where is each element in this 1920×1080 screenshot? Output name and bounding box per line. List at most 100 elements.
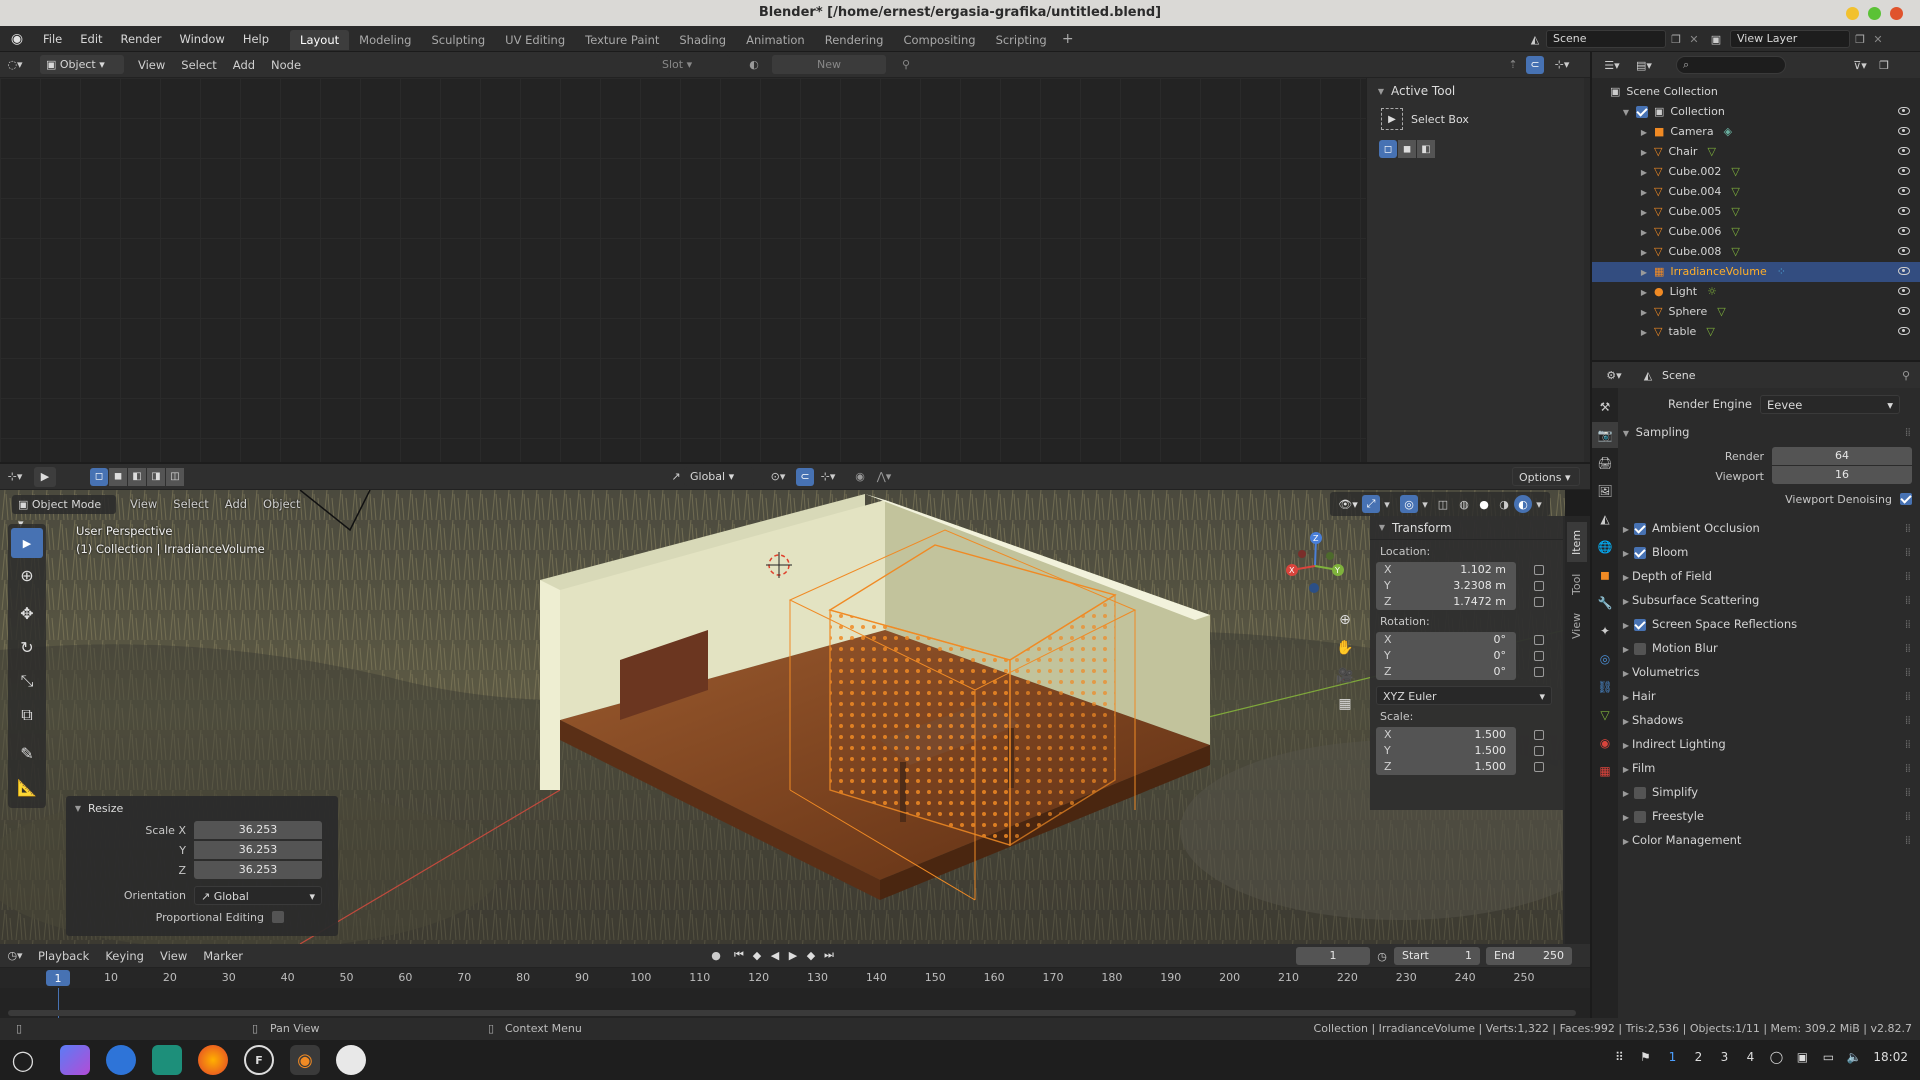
camera-data-icon[interactable]: ◈ [1724,125,1732,138]
timeline-menu-marker[interactable]: Marker [195,944,251,968]
resize-y-field[interactable]: 36.253 [194,841,322,859]
proportional-editing-checkbox[interactable] [272,911,284,923]
world-tab-icon[interactable]: 🌐 [1592,534,1618,560]
physics-tab-icon[interactable]: ◎ [1592,646,1618,672]
eye-icon[interactable] [1898,167,1910,175]
rotate-tool-icon[interactable]: ↻ [11,630,43,664]
section-simplify[interactable]: ▶ Simplify ⁞⁞ [1620,780,1916,804]
drag-handle-icon[interactable]: ⁞⁞ [1905,708,1911,732]
pivot-icon[interactable]: ⊙▾ [764,470,792,483]
node-menu-select[interactable]: Select [173,52,224,78]
scene-selector[interactable]: Scene [1546,30,1666,48]
lock-icon[interactable] [1534,581,1544,591]
lock-icon[interactable] [1534,597,1544,607]
material-sphere-icon[interactable]: ◐ [744,58,764,71]
scale-z-field[interactable]: Z 1.500 [1376,759,1516,775]
resize-scale-x-field[interactable]: 36.253 [194,821,322,839]
eye-icon[interactable] [1898,127,1910,135]
mesh-data-icon[interactable]: ▽ [1706,325,1714,338]
volume-icon[interactable]: 🔈 [1841,1050,1867,1064]
minimize-icon[interactable] [1846,7,1859,20]
overlays-dropdown-icon[interactable]: ▾ [1418,498,1432,511]
select-subtract-icon[interactable]: ◧ [1417,140,1435,158]
lock-icon[interactable] [1534,762,1544,772]
orientation-dropdown[interactable]: Global ▾ [684,467,754,486]
light-data-icon[interactable]: ☼ [1707,285,1717,298]
menu-render[interactable]: Render [112,26,171,52]
app-launcher-icon[interactable] [60,1045,90,1075]
eye-icon[interactable] [1898,247,1910,255]
node-menu-view[interactable]: View [130,52,173,78]
playhead[interactable]: 1 [46,970,70,986]
tab-texture-paint[interactable]: Texture Paint [575,30,669,50]
expand-icon[interactable]: ▶ [1620,734,1632,758]
outliner-scene-collection[interactable]: ▣ Scene Collection [1592,82,1920,102]
select-new-icon[interactable]: ◻ [1379,140,1397,158]
add-workspace-icon[interactable]: + [1057,31,1079,47]
drag-handle-icon[interactable]: ⁞⁞ [1905,756,1911,780]
outliner-item-cube-006[interactable]: ▶ ▽ Cube.006 ▽ [1592,222,1920,242]
ambient-occlusion-checkbox[interactable] [1634,522,1646,535]
select-tool-icon[interactable]: ▶ [34,466,56,487]
mesh-data-icon[interactable]: ▽ [1731,165,1739,178]
pin-icon[interactable]: ⚲ [896,58,916,71]
outliner-item-cube-002[interactable]: ▶ ▽ Cube.002 ▽ [1592,162,1920,182]
firefox-icon[interactable] [198,1045,228,1075]
tab-tool[interactable]: Tool [1567,564,1587,604]
launcher-icon[interactable]: ◯ [8,1045,38,1075]
viewport-menu-object[interactable]: Object [255,492,308,516]
menu-edit[interactable]: Edit [71,26,111,52]
camera-view-icon[interactable]: 🎥 [1334,662,1356,690]
lock-icon[interactable] [1534,565,1544,575]
remove-view-layer-icon[interactable]: ✕ [1870,33,1886,46]
outliner-search-input[interactable]: ⌕ [1676,56,1786,74]
eye-icon[interactable] [1898,267,1910,275]
drag-handle-icon[interactable]: ⁞⁞ [1905,732,1911,756]
expand-icon[interactable]: ▶ [1638,283,1650,303]
select-extend-icon[interactable]: ◼ [1398,140,1416,158]
display-icon[interactable]: ▭ [1815,1050,1841,1064]
outliner-item-irradiancevolume[interactable]: ▶ ▦ IrradianceVolume ⁘ [1592,262,1920,282]
expand-icon[interactable]: ▶ [1638,263,1650,283]
new-material-button[interactable]: New [772,55,886,74]
expand-icon[interactable]: ▶ [1620,518,1632,542]
annotate-tool-icon[interactable]: ✎ [11,736,43,770]
expand-icon[interactable]: ▶ [1638,143,1650,163]
scene-icon[interactable]: ◭ [1524,33,1546,46]
properties-editor-type-icon[interactable]: ⚙▾ [1600,369,1628,382]
render-samples-field[interactable]: 64 [1772,447,1912,465]
workspace-1[interactable]: 1 [1659,1050,1685,1064]
jump-start-icon[interactable]: ⏮ [730,948,748,962]
expand-icon[interactable]: ▶ [1620,710,1632,734]
timeline-editor-type-icon[interactable]: ◷▾ [0,949,30,962]
jump-end-icon[interactable]: ⏭ [820,948,838,962]
sampling-section[interactable]: Sampling [1636,425,1690,439]
navigation-gizmo[interactable]: Z X Y [1280,530,1350,600]
blender-logo-icon[interactable]: ◉ [0,31,34,47]
jump-keyframe-back-icon[interactable]: ◆ [748,949,766,962]
eye-icon[interactable] [1898,207,1910,215]
freestyle-checkbox[interactable] [1634,810,1646,823]
bloom-checkbox[interactable] [1634,546,1646,559]
particles-tab-icon[interactable]: ✦ [1592,618,1618,644]
viewport-menu-select[interactable]: Select [165,492,216,516]
lock-icon[interactable] [1534,667,1544,677]
section-screen-space-reflections[interactable]: ▶ Screen Space Reflections ⁞⁞ [1620,612,1916,636]
view-layer-selector[interactable]: View Layer [1730,30,1850,48]
tab-modeling[interactable]: Modeling [349,30,421,50]
workspace-3[interactable]: 3 [1711,1050,1737,1064]
menu-help[interactable]: Help [234,26,278,52]
perspective-grid-icon[interactable]: ▦ [1334,690,1356,718]
drag-handle-icon[interactable]: ⁞⁞ [1905,828,1911,852]
current-frame-field[interactable]: 1 [1296,947,1370,965]
expand-icon[interactable]: ▶ [1638,323,1650,343]
mesh-data-icon[interactable]: ▽ [1731,225,1739,238]
node-editor-canvas[interactable] [0,78,1366,462]
record-tray-icon[interactable]: ◯ [1763,1050,1789,1064]
outliner-collection[interactable]: ▼ ▣ Collection [1592,102,1920,122]
outliner-item-light[interactable]: ▶ ● Light ☼ [1592,282,1920,302]
measure-tool-icon[interactable]: 📐 [11,770,43,804]
tab-rendering[interactable]: Rendering [815,30,894,50]
material-tab-icon[interactable]: ◉ [1592,730,1618,756]
menu-window[interactable]: Window [170,26,233,52]
